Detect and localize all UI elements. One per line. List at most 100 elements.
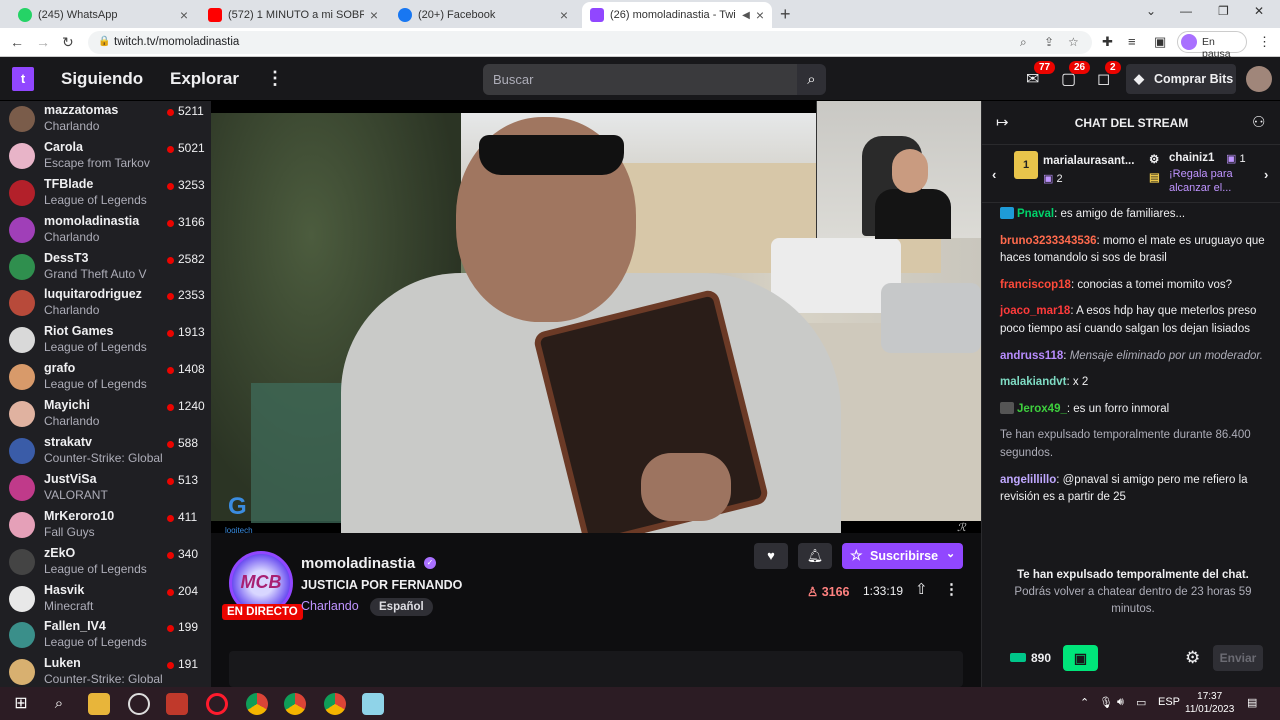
chat-username[interactable]: angelillillo <box>1000 474 1056 486</box>
bookmark-star-icon[interactable]: ☆ <box>1068 35 1079 49</box>
sidebar-channel[interactable]: DessT3 Grand Theft Auto V 2582 <box>0 249 211 286</box>
gifter-2-name[interactable]: chainiz1 <box>1169 152 1214 164</box>
close-tab-icon[interactable]: × <box>370 7 378 23</box>
forward-button[interactable]: → <box>36 34 50 50</box>
chevron-left-icon[interactable]: ‹ <box>992 167 996 182</box>
close-window-button[interactable]: ✕ <box>1254 4 1264 18</box>
close-tab-icon[interactable]: × <box>560 7 568 23</box>
chat-username[interactable]: malakiandvt <box>1000 376 1066 388</box>
video-player[interactable]: G logitech ℛ <box>211 101 981 533</box>
nav-following[interactable]: Siguiendo <box>61 69 143 89</box>
channel-points[interactable]: 890 <box>1010 651 1051 665</box>
system-clock[interactable]: 17:37 11/01/2023 <box>1185 690 1234 716</box>
claim-bonus-button[interactable]: ▣ <box>1063 645 1098 671</box>
community-icon[interactable]: ⚇ <box>1252 113 1265 131</box>
extensions-icon[interactable]: ✚ <box>1102 34 1113 50</box>
browser-tab-whatsapp[interactable]: (245) WhatsApp × <box>10 2 196 28</box>
windows-start-icon[interactable]: ⊞ <box>10 693 32 715</box>
notifications-icon[interactable]: ▢ 26 <box>1061 61 1091 89</box>
chat-username[interactable]: Jerox49_ <box>1017 403 1067 415</box>
voice-app-icon[interactable] <box>166 693 188 715</box>
follow-heart-button[interactable]: ♥ <box>754 543 788 569</box>
search-icon[interactable]: ⌕ <box>797 64 826 95</box>
sidebar-channel[interactable]: LukenCounter-Strike: Global Offensive 191 <box>0 654 211 687</box>
chrome-icon-3[interactable] <box>324 693 346 715</box>
sidebar-channel[interactable]: TFBlade League of Legends 3253 <box>0 175 211 212</box>
tab-search-icon[interactable]: ⌄ <box>1146 4 1156 18</box>
url-field[interactable]: 🔒 twitch.tv/momoladinastia ⌕ ⇪ ☆ <box>88 31 1092 54</box>
search-input[interactable]: Buscar <box>483 64 797 95</box>
network-icon[interactable]: ▭ <box>1136 696 1146 709</box>
more-options-icon[interactable]: ⋮ <box>944 580 959 598</box>
stream-category[interactable]: Charlando <box>301 599 359 613</box>
microphone-icon[interactable]: 🎙︎ <box>1099 696 1113 709</box>
chevron-right-icon[interactable]: › <box>1264 167 1268 182</box>
sidebar-channel[interactable]: grafo League of Legends 1408 <box>0 359 211 396</box>
sidebar-channel[interactable]: strakatvCounter-Strike: Global Offensive… <box>0 433 211 470</box>
more-menu-icon[interactable]: ⋮ <box>266 68 284 89</box>
app-icon[interactable] <box>362 693 384 715</box>
clock-app-icon[interactable] <box>128 693 150 715</box>
twitch-logo-icon[interactable]: t <box>12 67 34 91</box>
user-avatar[interactable] <box>1246 66 1272 92</box>
inbox-icon[interactable]: ✉ 77 <box>1026 61 1056 89</box>
sidebar-channel[interactable]: Fallen_IV4 League of Legends 199 <box>0 617 211 654</box>
browser-tab-twitch[interactable]: (26) momoladinastia - Twitch ◀ × <box>582 2 772 28</box>
share-icon[interactable]: ⇪ <box>1044 35 1054 49</box>
search-taskbar-icon[interactable]: ⌕ <box>48 693 70 715</box>
gift-promo-text[interactable]: ¡Regala para alcanzar el... <box>1169 167 1261 195</box>
file-explorer-icon[interactable] <box>88 693 110 715</box>
share-icon[interactable]: ⇧ <box>915 580 928 598</box>
notification-center-icon[interactable]: ▤ <box>1247 696 1257 709</box>
buy-bits-button[interactable]: ◆ Comprar Bits <box>1126 64 1236 94</box>
nav-browse[interactable]: Explorar <box>170 69 239 89</box>
sidebar-channel[interactable]: MrKeroro10 Fall Guys 411 <box>0 507 211 544</box>
sidebar-channel[interactable]: Mayichi Charlando 1240 <box>0 396 211 433</box>
sidebar-channel[interactable]: momoladinastia Charlando 3166 <box>0 212 211 249</box>
tray-chevron-icon[interactable]: ⌃ <box>1080 696 1089 709</box>
language-indicator[interactable]: ESP <box>1158 696 1180 708</box>
channel-name[interactable]: momoladinastia <box>301 555 415 572</box>
gear-icon[interactable]: ⚙ <box>1185 648 1200 668</box>
sidebar-channel[interactable]: Riot Games League of Legends 1913 <box>0 322 211 359</box>
subscribe-button[interactable]: ☆ Suscribirse ⌄ <box>842 543 963 569</box>
sidebar-channel[interactable]: Carola Escape from Tarkov 5021 <box>0 138 211 175</box>
reload-button[interactable]: ↻ <box>62 34 74 51</box>
browser-menu-icon[interactable]: ⋮ <box>1258 34 1271 50</box>
video-car <box>881 283 981 353</box>
chrome-icon-2[interactable] <box>284 693 306 715</box>
close-tab-icon[interactable]: × <box>756 7 764 23</box>
viewer-count-value: 3166 <box>821 585 850 599</box>
chat-username[interactable]: joaco_mar18 <box>1000 305 1070 317</box>
close-tab-icon[interactable]: × <box>180 7 188 23</box>
chat-username[interactable]: franciscop18 <box>1000 279 1071 291</box>
sidebar-channel[interactable]: zEkO League of Legends 340 <box>0 544 211 581</box>
chat-username[interactable]: Pnaval <box>1017 208 1054 220</box>
notification-bell-button[interactable]: 🔔︎ <box>798 543 832 569</box>
zoom-icon[interactable]: ⌕ <box>1020 35 1027 50</box>
language-tag[interactable]: Español <box>370 598 433 616</box>
opera-icon[interactable] <box>206 693 228 715</box>
sidebar-channel[interactable]: JustViSa VALORANT 513 <box>0 470 211 507</box>
minimize-button[interactable]: — <box>1180 4 1192 18</box>
maximize-button[interactable]: ❐ <box>1218 4 1229 18</box>
new-tab-button[interactable]: + <box>780 4 791 25</box>
chrome-icon[interactable] <box>246 693 268 715</box>
profile-button[interactable]: En pausa <box>1177 31 1247 60</box>
browser-tab-youtube[interactable]: (572) 1 MINUTO a mi SOBRINO p × <box>200 2 386 28</box>
side-panel-icon[interactable]: ▣ <box>1154 34 1166 50</box>
sidebar-channel[interactable]: luquitarodriguez Charlando 2353 <box>0 285 211 322</box>
back-button[interactable]: ← <box>10 34 24 50</box>
media-control-icon[interactable]: ≡ <box>1128 34 1136 49</box>
whispers-icon[interactable]: ◻ 2 <box>1097 61 1121 89</box>
send-button[interactable]: Enviar <box>1213 645 1263 671</box>
speaker-icon[interactable]: ◀ <box>742 10 750 21</box>
chat-username[interactable]: andruss118 <box>1000 350 1063 362</box>
chat-username[interactable]: bruno3233343536 <box>1000 235 1097 247</box>
ban-notice-body: Podrás volver a chatear dentro de 23 hor… <box>1014 586 1252 615</box>
sidebar-channel[interactable]: mazzatomas Charlando 5211 <box>0 101 211 138</box>
browser-tab-facebook[interactable]: (20+) Facebook × <box>390 2 576 28</box>
volume-icon[interactable]: 🔊︎ <box>1117 696 1124 709</box>
gifter-name[interactable]: marialaurasant... <box>1043 155 1134 167</box>
sidebar-channel[interactable]: Hasvik Minecraft 204 <box>0 581 211 618</box>
